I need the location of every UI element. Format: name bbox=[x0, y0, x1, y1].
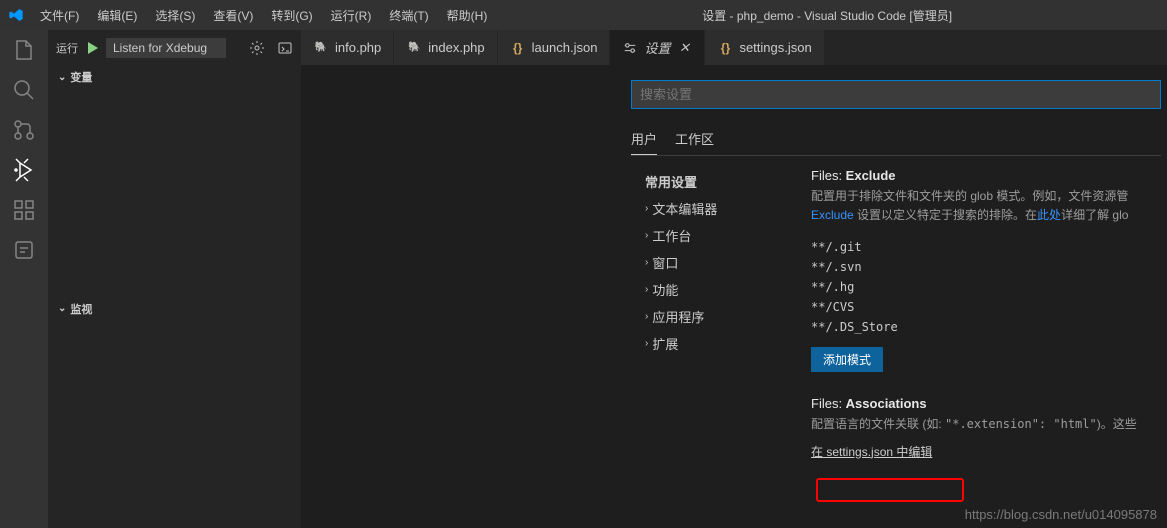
debug-run-label: 运行 bbox=[56, 40, 78, 56]
chevron-right-icon: › bbox=[645, 230, 648, 241]
toc-features[interactable]: ›功能 bbox=[631, 276, 793, 303]
tab-index-php[interactable]: 🐘 index.php bbox=[394, 30, 497, 65]
setting-files-associations: Files: Associations 配置语言的文件关联 (如: "*.ext… bbox=[811, 396, 1167, 459]
toc-text-editor[interactable]: ›文本编辑器 bbox=[631, 195, 793, 222]
exclude-pattern-list: **/.git **/.svn **/.hg **/CVS **/.DS_Sto… bbox=[811, 237, 1167, 337]
exclude-link[interactable]: Exclude bbox=[811, 208, 854, 222]
section-watch[interactable]: ⌄ 监视 bbox=[48, 297, 301, 321]
toc-workbench[interactable]: ›工作台 bbox=[631, 222, 793, 249]
chevron-down-icon: ⌄ bbox=[58, 303, 66, 314]
window-title: 设置 - php_demo - Visual Studio Code [管理员] bbox=[495, 7, 1159, 24]
menu-terminal[interactable]: 终端(T) bbox=[381, 3, 436, 28]
menu-edit[interactable]: 编辑(E) bbox=[89, 3, 145, 28]
vscode-logo-icon bbox=[8, 7, 24, 23]
debug-config-select[interactable]: Listen for Xdebug bbox=[106, 38, 226, 58]
chevron-right-icon: › bbox=[645, 203, 648, 214]
gear-icon[interactable] bbox=[249, 40, 265, 56]
pattern-item[interactable]: **/.svn bbox=[811, 257, 1167, 277]
here-link[interactable]: 此处 bbox=[1037, 208, 1061, 222]
explorer-icon[interactable] bbox=[12, 38, 36, 62]
console-icon[interactable] bbox=[277, 40, 293, 56]
edit-in-settings-json-link[interactable]: 在 settings.json 中编辑 bbox=[811, 443, 932, 460]
extensions-icon[interactable] bbox=[12, 198, 36, 222]
php-file-icon: 🐘 bbox=[406, 40, 422, 56]
json-file-icon: {} bbox=[717, 40, 733, 56]
setting-files-exclude: Files: Exclude 配置用于排除文件和文件夹的 glob 模式。例如，… bbox=[811, 168, 1167, 372]
debug-icon[interactable] bbox=[12, 158, 36, 182]
menu-run[interactable]: 运行(R) bbox=[323, 3, 380, 28]
chevron-right-icon: › bbox=[645, 338, 648, 349]
settings-search-input[interactable] bbox=[631, 80, 1161, 109]
php-file-icon: 🐘 bbox=[313, 40, 329, 56]
play-icon[interactable] bbox=[84, 40, 100, 56]
pattern-item[interactable]: **/.DS_Store bbox=[811, 317, 1167, 337]
source-control-icon[interactable] bbox=[12, 118, 36, 142]
settings-tab-icon bbox=[622, 40, 638, 56]
tab-settings[interactable]: 设置 ✕ bbox=[610, 30, 705, 65]
toc-application[interactable]: ›应用程序 bbox=[631, 303, 793, 330]
tab-settings-json[interactable]: {} settings.json bbox=[705, 30, 824, 65]
json-file-icon: {} bbox=[510, 40, 526, 56]
menu-file[interactable]: 文件(F) bbox=[32, 3, 87, 28]
chevron-right-icon: › bbox=[645, 257, 648, 268]
scope-user-tab[interactable]: 用户 bbox=[631, 123, 657, 155]
add-pattern-button[interactable]: 添加模式 bbox=[811, 347, 883, 372]
search-icon[interactable] bbox=[12, 78, 36, 102]
tab-launch-json[interactable]: {} launch.json bbox=[498, 30, 611, 65]
chevron-down-icon: ⌄ bbox=[58, 72, 66, 83]
toc-window[interactable]: ›窗口 bbox=[631, 249, 793, 276]
scope-workspace-tab[interactable]: 工作区 bbox=[675, 123, 714, 155]
chevron-right-icon: › bbox=[645, 311, 648, 322]
toc-extensions[interactable]: ›扩展 bbox=[631, 330, 793, 357]
toc-common[interactable]: 常用设置 bbox=[631, 168, 793, 195]
menu-view[interactable]: 查看(V) bbox=[205, 3, 261, 28]
pattern-item[interactable]: **/CVS bbox=[811, 297, 1167, 317]
close-icon[interactable]: ✕ bbox=[676, 40, 692, 56]
tab-info-php[interactable]: 🐘 info.php bbox=[301, 30, 394, 65]
pattern-item[interactable]: **/.git bbox=[811, 237, 1167, 257]
menu-help[interactable]: 帮助(H) bbox=[439, 3, 496, 28]
pattern-item[interactable]: **/.hg bbox=[811, 277, 1167, 297]
section-variables[interactable]: ⌄ 变量 bbox=[48, 65, 301, 89]
menu-select[interactable]: 选择(S) bbox=[147, 3, 203, 28]
chevron-right-icon: › bbox=[645, 284, 648, 295]
menu-goto[interactable]: 转到(G) bbox=[263, 3, 320, 28]
outline-icon[interactable] bbox=[12, 238, 36, 262]
